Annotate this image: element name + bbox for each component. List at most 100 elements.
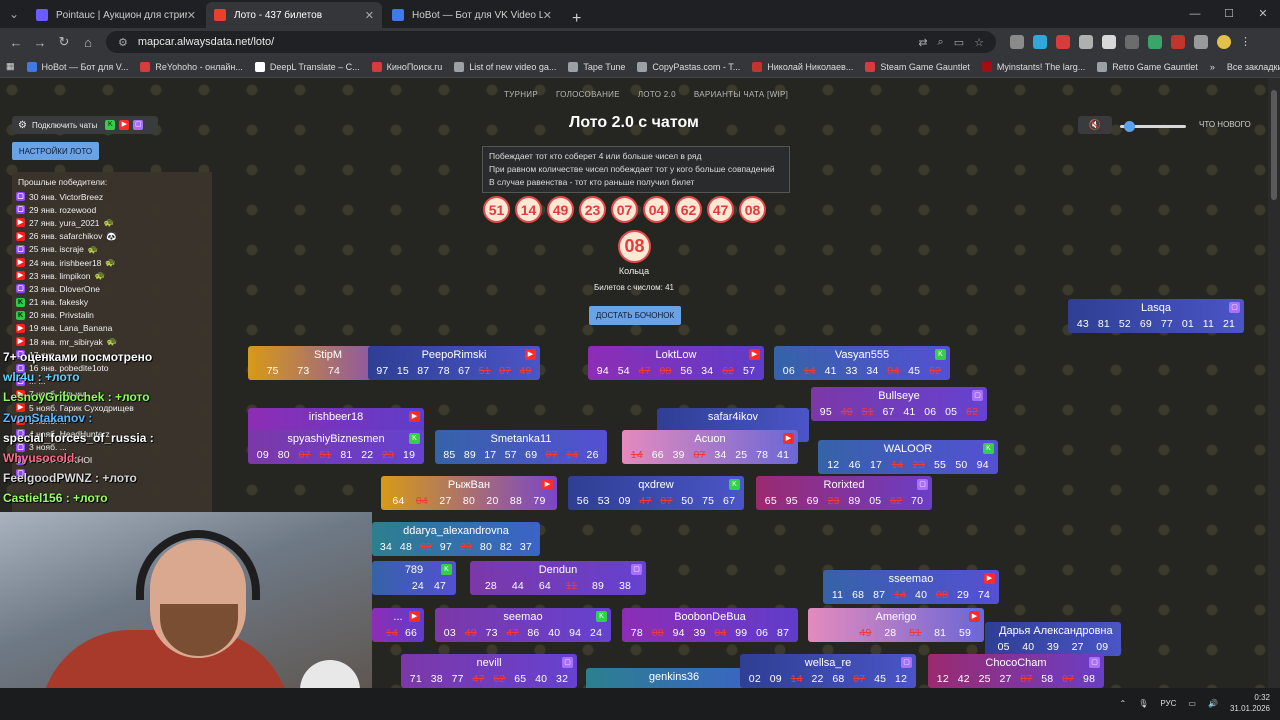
extension-icon[interactable] <box>1033 35 1047 49</box>
zoom-icon[interactable]: ⌕ <box>938 36 944 49</box>
ticket-number: 68 <box>852 589 865 601</box>
ticket-number: 39 <box>1046 641 1060 653</box>
ticket-owner-name: irishbeer18 <box>308 411 364 423</box>
url-field[interactable]: ⚙ mapcar.alwaysdata.net/loto/ ⇄ ⌕ ▭ ☆ <box>106 31 996 53</box>
extension-icon[interactable] <box>1079 35 1093 49</box>
ticket-numbers: 78 08 94 39 04 99 06 87 <box>622 627 798 639</box>
reload-icon[interactable]: ↻ <box>52 34 76 50</box>
home-icon[interactable]: ⌂ <box>76 35 100 50</box>
volume-slider[interactable] <box>1120 121 1186 132</box>
language-indicator[interactable]: РУС <box>1160 699 1176 708</box>
ticket-number: 04 <box>415 495 428 507</box>
minimize-icon[interactable]: — <box>1178 0 1212 28</box>
ticket-owner-name: Rorixted <box>823 479 865 491</box>
speaker-icon[interactable]: 🔊 <box>1208 699 1218 708</box>
ticket-number: 27 <box>1071 641 1084 653</box>
nav-link[interactable]: ТУРНИР <box>504 90 538 99</box>
all-bookmarks[interactable]: Все закладки <box>1221 62 1280 72</box>
ticket-numbers: 06 14 41 33 34 04 45 62 <box>774 365 950 377</box>
date: 31.01.2026 <box>1229 704 1270 713</box>
chevron-up-icon[interactable]: ⌃ <box>1120 699 1127 708</box>
bookmark-item[interactable]: ReYohoho - онлайн... <box>134 61 248 72</box>
ticket-number: 47 <box>639 495 652 507</box>
extension-icon[interactable] <box>1056 35 1070 49</box>
close-tab-icon[interactable]: ✕ <box>365 9 374 22</box>
translate-icon[interactable]: ⇄ <box>918 36 927 49</box>
rule-line: Побеждает тот кто соберет 4 или больше ч… <box>489 151 702 161</box>
ticket-number: 99 <box>735 627 748 639</box>
extension-icon[interactable] <box>1102 35 1116 49</box>
ticket-number: 37 <box>519 541 532 553</box>
puzzle-icon[interactable] <box>1194 35 1208 49</box>
bookmark-item[interactable]: HoBot — Бот для V... <box>21 61 135 72</box>
chat-message: Whyusocold : <box>3 450 82 465</box>
star-icon[interactable]: ☆ <box>974 36 984 49</box>
kick-icon: K <box>105 120 116 130</box>
nav-link[interactable]: ВАРИАНТЫ ЧАТА [WIP] <box>694 90 788 99</box>
twitch-icon: ▢ <box>972 390 983 401</box>
nav-link[interactable]: ЛОТО 2.0 <box>638 90 676 99</box>
extension-icon[interactable] <box>1010 35 1024 49</box>
ticket-number: 09 <box>618 495 631 507</box>
bookmarks-overflow-icon[interactable]: » <box>1204 62 1221 72</box>
ticket-number: 56 <box>576 495 589 507</box>
volume-knob[interactable] <box>1124 121 1135 132</box>
back-icon[interactable]: ← <box>4 35 28 50</box>
bookmark-item[interactable]: DeepL Translate – C... <box>249 61 366 72</box>
loto-settings-button[interactable]: НАСТРОЙКИ ЛОТО <box>12 142 99 160</box>
bookmark-item[interactable]: Николай Николаев... <box>746 61 859 72</box>
ticket-number: 47 <box>433 580 447 592</box>
extension-icon[interactable] <box>1125 35 1139 49</box>
close-tab-icon[interactable]: ✕ <box>543 9 552 22</box>
drawn-numbers: 51 14 49 23 07 04 62 47 08 <box>483 196 766 223</box>
close-tab-icon[interactable]: ✕ <box>187 9 196 22</box>
pull-barrel-button[interactable]: ДОСТАТЬ БОЧОНОК <box>589 306 681 325</box>
forward-icon[interactable]: → <box>28 35 52 50</box>
ticket-card: ... ▶ 14 66 <box>372 608 424 642</box>
bookmark-item[interactable]: Steam Game Gauntlet <box>859 61 976 72</box>
extension-icon[interactable] <box>1171 35 1185 49</box>
clock[interactable]: 0:32 31.01.2026 <box>1230 692 1270 714</box>
page-scrollbar[interactable] <box>1268 78 1280 688</box>
cast-icon[interactable]: ▭ <box>954 36 964 49</box>
ticket-number: 08 <box>659 365 672 377</box>
new-tab-button[interactable]: + <box>562 10 591 28</box>
menu-icon[interactable]: ⋮ <box>1240 35 1254 49</box>
network-icon[interactable]: ▭ <box>1188 699 1196 708</box>
bookmark-item[interactable]: Tape Tune <box>562 61 631 72</box>
mic-icon[interactable]: 🎙 <box>1138 699 1148 708</box>
tab-search-icon[interactable]: ⌄ <box>0 0 28 28</box>
bookmark-item[interactable]: Myinstants! The larg... <box>976 61 1091 72</box>
extension-icon[interactable] <box>1148 35 1162 49</box>
apps-icon[interactable]: ▦ <box>0 61 21 72</box>
whats-new-link[interactable]: ЧТО НОВОГО <box>1199 120 1251 129</box>
mute-icon[interactable]: 🔇 <box>1078 116 1112 134</box>
bookmark-item[interactable]: List of new video ga... <box>448 61 562 72</box>
bookmark-item[interactable]: CopyPastas.com - T... <box>631 61 746 72</box>
browser-tab[interactable]: Лото - 437 билетов ✕ <box>206 2 382 28</box>
connect-chats-button[interactable]: ⚙ Подключить чаты K ▶ ▢ <box>12 116 158 134</box>
ticket-number: 32 <box>556 673 569 685</box>
close-window-icon[interactable]: ✕ <box>1246 0 1280 28</box>
ticket-number: 62 <box>966 406 979 418</box>
rules-box: Побеждает тот кто соберет 4 или больше ч… <box>482 146 790 193</box>
site-info-icon[interactable]: ⚙ <box>118 36 128 49</box>
winner-text: 26 янв. safarchikov <box>29 231 103 242</box>
ticket-numbers: 24 47 <box>372 580 456 592</box>
ticket-number: 14 <box>385 627 398 639</box>
ticket-owner-name: РыжВан <box>447 479 491 491</box>
ticket-owner-name: PeepoRimski <box>421 349 487 361</box>
scrollbar-thumb[interactable] <box>1271 90 1277 200</box>
browser-tab[interactable]: Pointauc | Аукцион для стримеров✕ <box>28 2 204 28</box>
browser-tab[interactable]: HoBot — Бот для VK Video Live ✕ <box>384 2 560 28</box>
maximize-icon[interactable]: ☐ <box>1212 0 1246 28</box>
ticket-number: 47 <box>638 365 651 377</box>
bookmark-item[interactable]: Retro Game Gauntlet <box>1091 61 1204 72</box>
ticket-number: 34 <box>866 365 879 377</box>
avatar[interactable] <box>1217 35 1231 49</box>
ticket-owner-name: BoobonDeBua <box>674 611 746 623</box>
ticket-number: 62 <box>722 365 735 377</box>
bookmark-item[interactable]: КиноПоиск.ru <box>366 61 449 72</box>
bookmark-label: Николай Николаев... <box>767 61 854 72</box>
nav-link[interactable]: ГОЛОСОВАНИЕ <box>556 90 620 99</box>
